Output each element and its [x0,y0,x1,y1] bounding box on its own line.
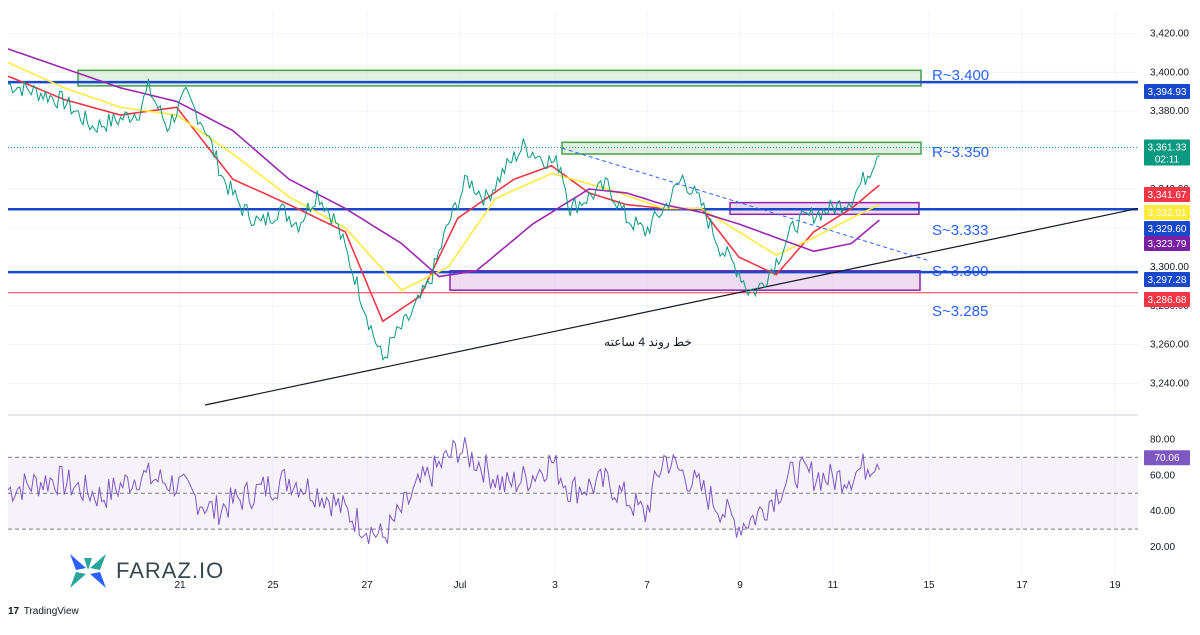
trendline-label: خط روند 4 ساعته [604,335,692,349]
price-badge-text: 3,329.60 [1148,224,1187,235]
time-tick-label: 25 [267,580,279,591]
faraz-logo-icon [70,554,106,588]
price-tick-label: 3,420.00 [1150,28,1189,39]
tradingview-label: TradingView [23,606,79,617]
price-badge-timer: 02:11 [1155,155,1180,166]
rsi-tick-label: 60.00 [1150,470,1175,481]
time-tick-label: Jul [454,580,467,591]
rsi-tick-label: 80.00 [1150,434,1175,445]
time-tick-label: 9 [737,580,743,591]
rsi-badge-text: 70.06 [1154,453,1179,464]
price-tick-label: 3,300.00 [1150,262,1189,273]
faraz-logo-text: FARAZ.IO [116,558,225,583]
price-badge-text: 3,286.68 [1148,295,1187,306]
price-badge-text: 3,332.01 [1148,208,1187,219]
price-tick-label: 3,260.00 [1150,340,1189,351]
time-tick-label: 17 [1016,580,1028,591]
price-badge-text: 3,361.33 [1148,143,1187,154]
price-badge-text: 3,297.28 [1148,275,1187,286]
rsi-tick-label: 20.00 [1150,542,1175,553]
tradingview-attribution: 17 TradingView [8,606,79,617]
price-series-line [7,78,880,361]
time-tick-label: 27 [361,580,373,591]
moving-average-line [7,61,880,292]
price-badge-text: 3,323.79 [1148,239,1187,250]
zone-label: S~3.285 [932,303,988,320]
zone-label: S~3.333 [932,222,988,239]
tradingview-logo-icon: 17 [8,606,20,617]
chart-canvas[interactable]: 3,420.003,400.003,380.003,360.003,340.00… [0,0,1200,630]
price-tick-label: 3,400.00 [1150,67,1189,78]
faraz-logo: FARAZ.IO [66,550,226,592]
price-badge-text: 3,394.93 [1148,87,1187,98]
time-tick-label: 19 [1109,580,1121,591]
trendline-4h [204,207,1139,406]
rsi-tick-label: 40.00 [1150,506,1175,517]
price-tick-label: 3,240.00 [1150,379,1189,390]
time-tick-label: 3 [552,580,558,591]
price-tick-label: 3,380.00 [1150,106,1189,117]
zone-rect [561,141,922,155]
price-badge-text: 3,341.67 [1148,190,1187,201]
time-tick-label: 11 [828,580,839,591]
zone-rect [449,269,921,291]
time-tick-label: 15 [923,580,935,591]
time-tick-label: 7 [644,580,650,591]
zone-label: R~3.350 [932,144,989,161]
trading-chart[interactable]: 3,420.003,400.003,380.003,360.003,340.00… [0,0,1200,630]
zone-rect [77,69,922,87]
